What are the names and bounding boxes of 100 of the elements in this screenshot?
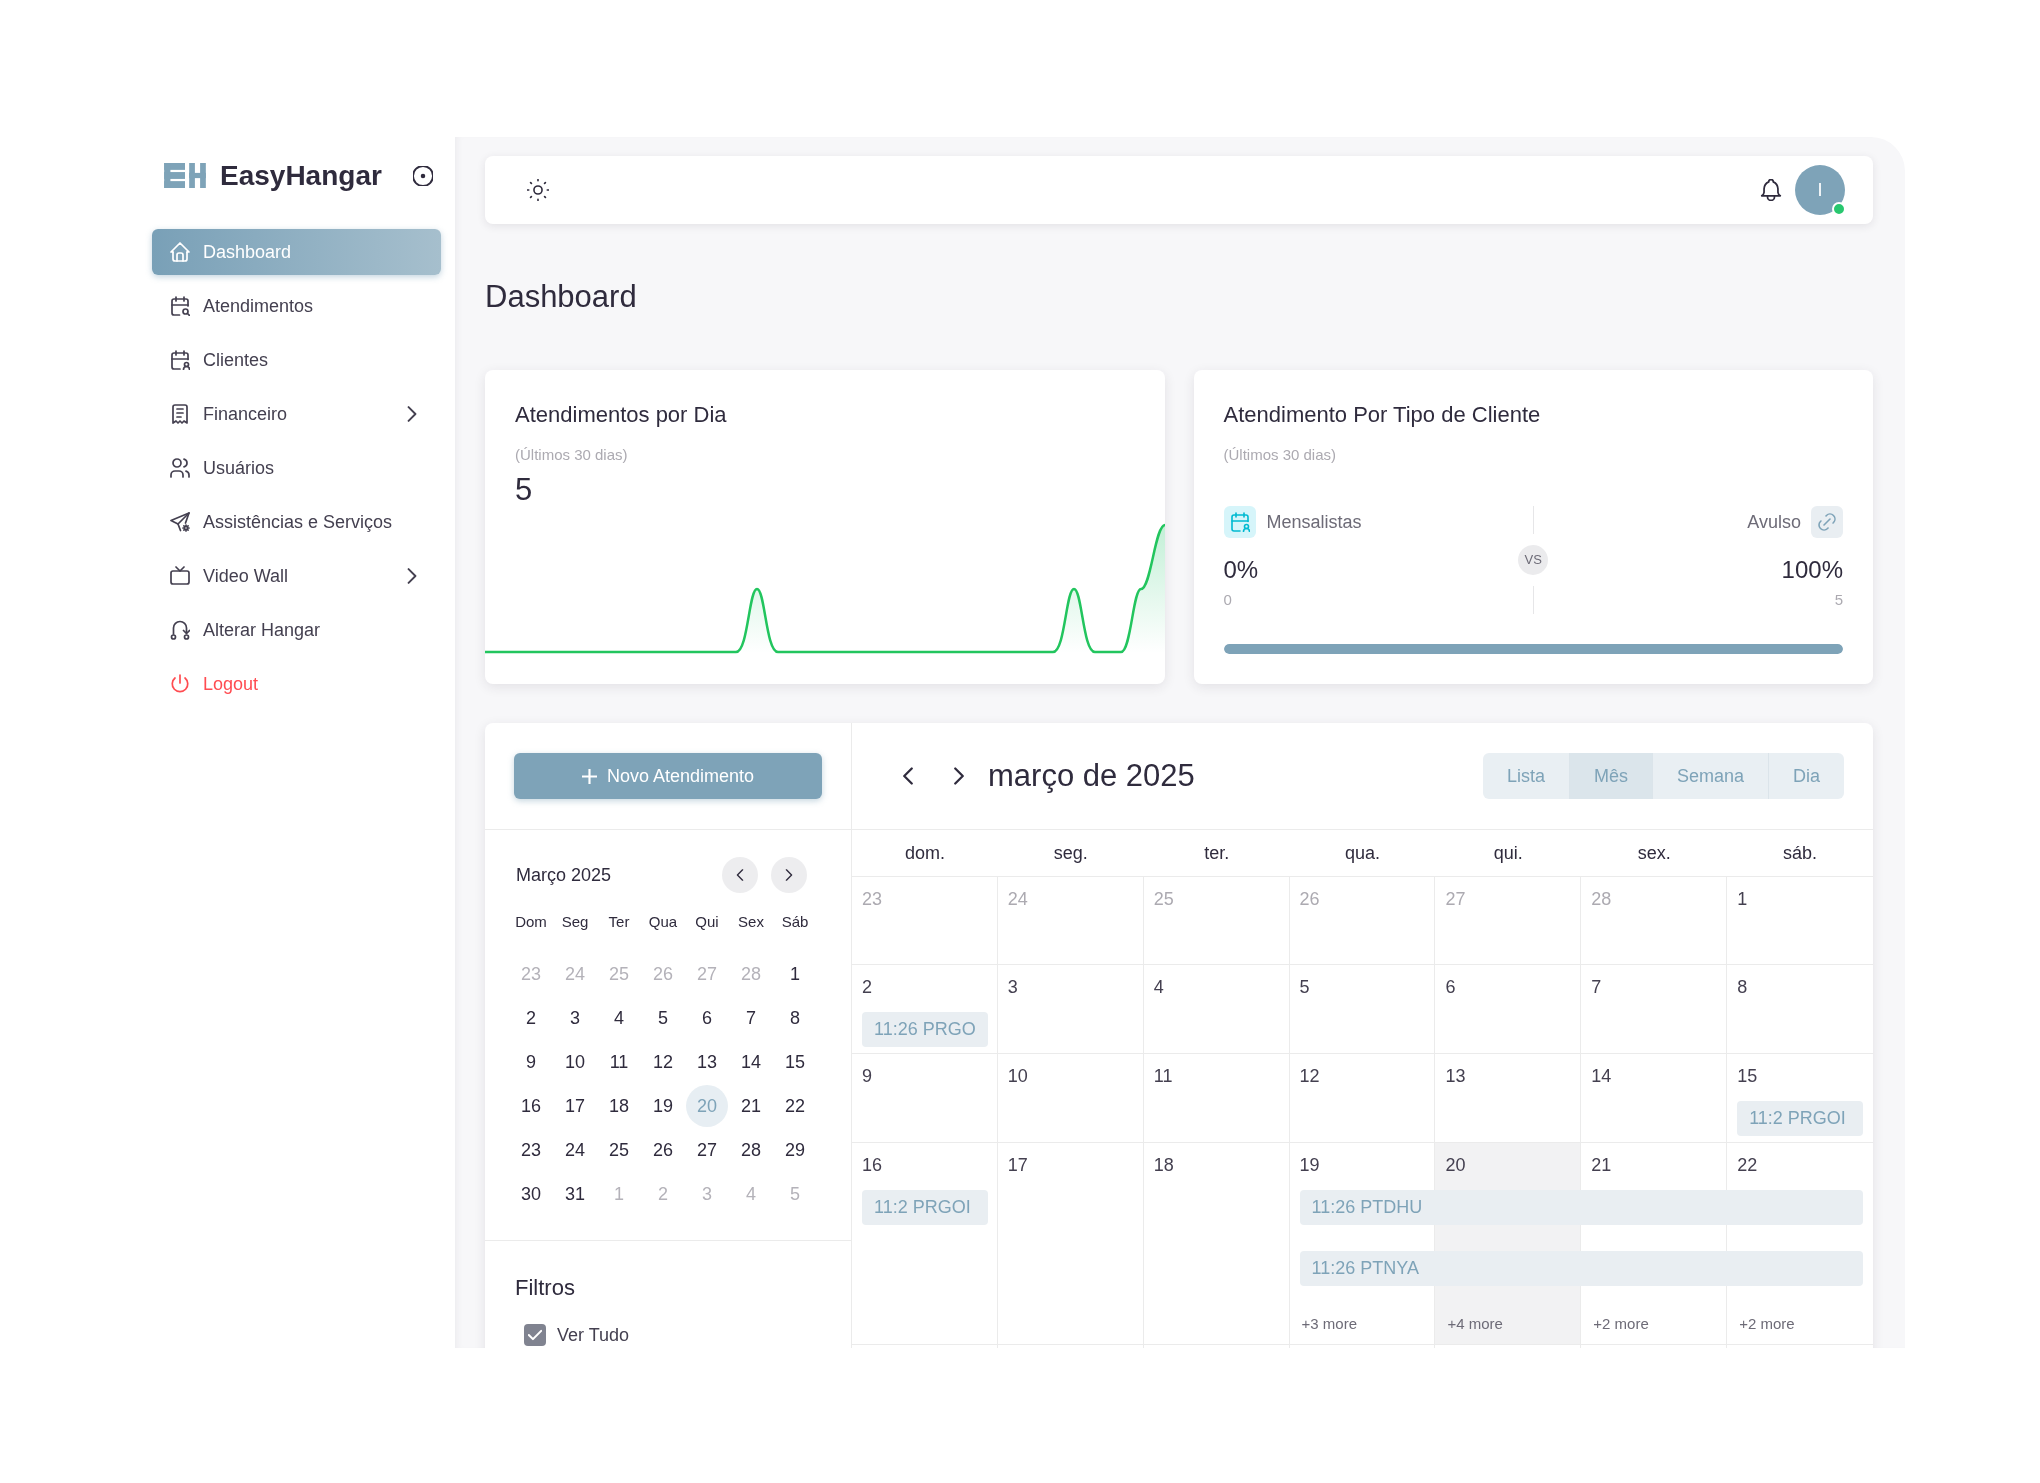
date-button[interactable]: 22 <box>774 1085 816 1127</box>
link-icon <box>1811 506 1843 538</box>
calendar-search-icon <box>170 296 190 316</box>
weekday-label: sex. <box>1637 841 1671 865</box>
day-number: 11 <box>1153 1066 1173 1086</box>
weekday-label: Seg <box>561 912 589 932</box>
weekday-label: qui. <box>1493 841 1523 865</box>
app-name: EasyHangar <box>220 159 382 192</box>
users-icon <box>170 458 190 478</box>
date-button[interactable]: 6 <box>686 997 728 1039</box>
date-button[interactable]: 2 <box>510 997 552 1039</box>
date-button[interactable]: 14 <box>730 1041 772 1083</box>
date-button[interactable]: 12 <box>642 1041 684 1083</box>
day-number: 13 <box>1445 1066 1466 1086</box>
date-button[interactable]: 15 <box>774 1041 816 1083</box>
more-link[interactable]: +2 more <box>1593 1315 1649 1332</box>
route-icon <box>170 620 190 640</box>
date-button[interactable]: 19 <box>642 1085 684 1127</box>
date-button[interactable]: 31 <box>554 1173 596 1215</box>
day-number: 12 <box>1299 1066 1320 1086</box>
weekday-label: Qui <box>695 912 719 932</box>
date-button[interactable]: 24 <box>554 1129 596 1171</box>
nav-item[interactable]: Atendimentos <box>152 283 441 329</box>
calendar-user-icon <box>170 350 190 370</box>
checkbox-label: Ver Tudo <box>557 1324 630 1346</box>
client-type-label: Avulso <box>1747 510 1801 534</box>
weekday-label: dom. <box>904 841 945 865</box>
checkbox[interactable] <box>524 1324 546 1346</box>
month-title: março de 2025 <box>988 757 1195 795</box>
more-link[interactable]: +2 more <box>1739 1315 1795 1332</box>
date-button[interactable]: 9 <box>510 1041 552 1083</box>
day-number: 24 <box>1007 889 1028 909</box>
date-button[interactable]: 1 <box>774 953 816 995</box>
weekday-label: ter. <box>1204 841 1230 865</box>
more-link[interactable]: +4 more <box>1447 1315 1503 1332</box>
chevron-right-icon <box>783 869 795 881</box>
card-subtitle: (Últimos 30 dias) <box>515 445 628 465</box>
nav-item[interactable]: Assistências e Serviços <box>152 499 441 545</box>
power-icon <box>170 674 190 694</box>
day-number: 26 <box>1299 889 1320 909</box>
day-number: 17 <box>1007 1155 1028 1175</box>
date-button[interactable]: 17 <box>554 1085 596 1127</box>
date-button[interactable]: 13 <box>686 1041 728 1083</box>
calendar-user-icon <box>1223 506 1256 538</box>
date-button[interactable]: 23 <box>510 1129 552 1171</box>
nav-item[interactable]: Usuários <box>152 445 441 491</box>
count-value: 5 <box>1834 590 1843 610</box>
tv-icon <box>170 566 190 586</box>
card-title: Atendimentos por Dia <box>515 401 727 429</box>
day-number: 3 <box>1007 977 1018 997</box>
date-button[interactable]: 7 <box>730 997 772 1039</box>
date-button[interactable]: 8 <box>774 997 816 1039</box>
day-number: 9 <box>862 1066 872 1086</box>
more-link[interactable]: +3 more <box>1301 1315 1357 1332</box>
bell-icon[interactable] <box>1760 179 1782 201</box>
day-number: 27 <box>1445 889 1466 909</box>
day-number: 21 <box>1591 1155 1612 1175</box>
date-button[interactable]: 21 <box>730 1085 772 1127</box>
check-icon <box>528 1328 542 1342</box>
plus-icon <box>581 768 597 784</box>
logo-icon <box>164 163 206 188</box>
nav-item[interactable]: Video Wall <box>152 553 441 599</box>
date-button[interactable]: 28 <box>730 1129 772 1171</box>
date-button[interactable]: 18 <box>598 1085 640 1127</box>
sun-icon[interactable] <box>527 179 549 201</box>
day-number: 28 <box>1591 889 1612 909</box>
date-button[interactable]: 26 <box>642 1129 684 1171</box>
page-title: Dashboard <box>485 278 637 316</box>
home-icon <box>170 242 190 262</box>
day-number: 14 <box>1591 1066 1612 1086</box>
day-number: 6 <box>1445 977 1456 997</box>
day-number: 8 <box>1737 977 1748 997</box>
day-number: 15 <box>1737 1066 1758 1086</box>
filters-title: Filtros <box>515 1274 576 1302</box>
date-button[interactable]: 5 <box>642 997 684 1039</box>
day-number: 23 <box>862 889 883 909</box>
weekday-label: Sex <box>738 912 764 932</box>
date-button[interactable]: 30 <box>510 1173 552 1215</box>
date-button[interactable]: 4 <box>598 997 640 1039</box>
date-button[interactable]: 29 <box>774 1129 816 1171</box>
day-number: 5 <box>1299 977 1310 997</box>
card-title: Atendimento Por Tipo de Cliente <box>1223 401 1541 429</box>
nav-item[interactable]: Alterar Hangar <box>152 607 441 653</box>
versus-badge: VS <box>1518 545 1549 575</box>
nav-item[interactable]: Financeiro <box>152 391 441 437</box>
date-button[interactable]: 11 <box>598 1041 640 1083</box>
date-button[interactable]: 10 <box>554 1041 596 1083</box>
day-number: 22 <box>1737 1155 1758 1175</box>
day-number: 16 <box>862 1155 883 1175</box>
date-button[interactable]: 16 <box>510 1085 552 1127</box>
client-type-label: Mensalistas <box>1266 510 1362 534</box>
percent-value: 100% <box>1781 555 1843 585</box>
date-button[interactable]: 27 <box>686 1129 728 1171</box>
date-button[interactable]: 3 <box>554 997 596 1039</box>
date-button[interactable]: 25 <box>598 1129 640 1171</box>
day-number: 1 <box>1737 889 1748 909</box>
weekday-label: Dom <box>515 912 547 932</box>
card-subtitle: (Últimos 30 dias) <box>1223 445 1337 465</box>
nav-item[interactable]: Clientes <box>152 337 441 383</box>
weekday-label: seg. <box>1053 841 1088 865</box>
